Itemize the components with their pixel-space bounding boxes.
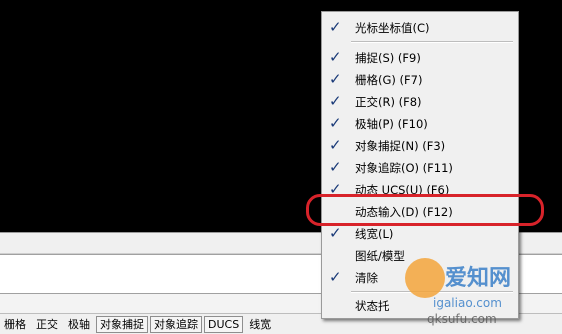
menu-item-label: 极轴(P) (F10): [355, 117, 428, 131]
check-icon: ✓: [329, 136, 342, 154]
menu-item-label: 正交(R) (F8): [355, 95, 422, 109]
watermark-url-secondary: qksufu.com: [427, 312, 497, 326]
menu-item-label: 状态托: [355, 299, 390, 313]
check-icon: ✓: [329, 114, 342, 132]
menu-item-polar[interactable]: ✓ 极轴(P) (F10): [322, 112, 518, 134]
check-icon: ✓: [329, 158, 342, 176]
check-icon: ✓: [329, 48, 342, 66]
highlight-annotation: [306, 194, 544, 226]
menu-item-label: 栅格(G) (F7): [355, 73, 423, 87]
otrack-toggle[interactable]: 对象追踪: [150, 315, 202, 333]
menu-item-grid[interactable]: ✓ 栅格(G) (F7): [322, 68, 518, 90]
check-icon: ✓: [329, 224, 342, 242]
ducs-toggle[interactable]: DUCS: [204, 315, 244, 333]
check-icon: ✓: [329, 268, 342, 286]
check-icon: ✓: [329, 70, 342, 88]
polar-toggle[interactable]: 极轴: [64, 316, 94, 333]
lineweight-toggle[interactable]: 线宽: [245, 316, 275, 333]
check-icon: ✓: [329, 18, 342, 36]
watermark-url: igaliao.com: [433, 296, 502, 310]
grid-toggle[interactable]: 栅格: [0, 316, 30, 333]
menu-item-label: 图纸/模型: [355, 249, 405, 263]
menu-item-otrack[interactable]: ✓ 对象追踪(O) (F11): [322, 156, 518, 178]
osnap-toggle[interactable]: 对象捕捉: [96, 315, 148, 333]
menu-item-label: 对象追踪(O) (F11): [355, 161, 453, 175]
menu-item-label: 对象捕捉(N) (F3): [355, 139, 446, 153]
watermark: 爱知网 igaliao.com qksufu.com: [405, 258, 555, 326]
menu-separator: [351, 41, 513, 43]
ortho-toggle[interactable]: 正交: [32, 316, 62, 333]
menu-item-label: 清除: [355, 271, 378, 285]
menu-item-label: 光标坐标值(C): [355, 21, 430, 35]
menu-item-osnap[interactable]: ✓ 对象捕捉(N) (F3): [322, 134, 518, 156]
check-icon: ✓: [329, 92, 342, 110]
menu-item-snap[interactable]: ✓ 捕捉(S) (F9): [322, 46, 518, 68]
menu-item-ortho[interactable]: ✓ 正交(R) (F8): [322, 90, 518, 112]
menu-item-label: 捕捉(S) (F9): [355, 51, 421, 65]
menu-item-label: 线宽(L): [355, 227, 394, 241]
menu-item-cursor-coords[interactable]: ✓ 光标坐标值(C): [322, 16, 518, 38]
watermark-logo: [405, 258, 445, 298]
watermark-brand: 爱知网: [445, 266, 512, 291]
